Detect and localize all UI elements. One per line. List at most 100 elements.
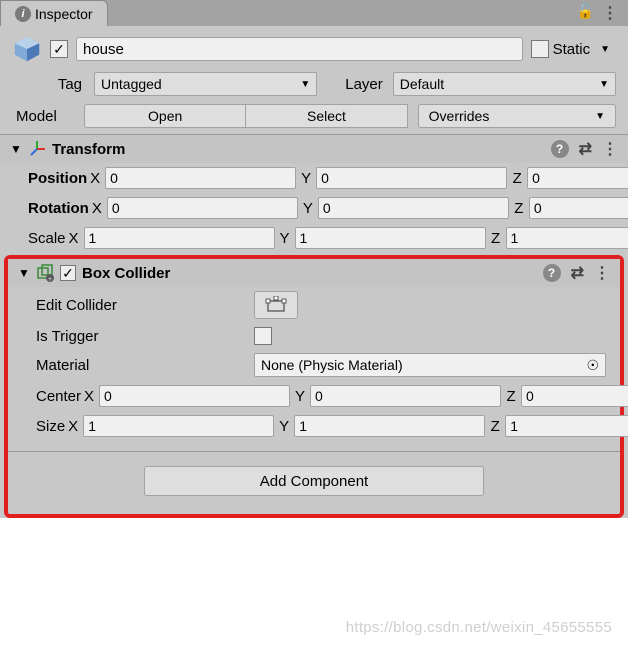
material-row: Material None (Physic Material) ☉ — [8, 349, 620, 381]
component-menu-icon[interactable]: ⋮ — [602, 139, 618, 159]
checkmark-icon: ✓ — [53, 41, 65, 58]
component-menu-icon[interactable]: ⋮ — [594, 263, 610, 283]
layer-dropdown[interactable]: Default ▼ — [393, 72, 616, 96]
boxcollider-size-row: Size X Y Z — [8, 411, 620, 441]
preset-icon[interactable]: ⇄ — [571, 263, 584, 283]
boxcollider-title: Box Collider — [82, 265, 543, 282]
size-label: Size — [36, 418, 65, 435]
boxcollider-center-row: Center X Y Z — [8, 381, 620, 411]
info-icon: i — [15, 6, 31, 22]
center-y-input[interactable] — [310, 385, 501, 407]
axis-y-label: Y — [277, 230, 293, 247]
scale-y-input[interactable] — [295, 227, 486, 249]
size-x-input[interactable] — [83, 415, 274, 437]
position-x-input[interactable] — [105, 167, 296, 189]
boxcollider-enabled-checkbox[interactable]: ✓ — [60, 265, 76, 281]
tab-title: Inspector — [35, 6, 93, 22]
model-label: Model — [12, 108, 84, 125]
transform-rotation-row: Rotation X Y Z — [0, 193, 628, 223]
scale-label: Scale — [28, 230, 66, 247]
tab-bar: i Inspector 🔓 ⋮ — [0, 0, 628, 26]
preset-icon[interactable]: ⇄ — [579, 139, 592, 159]
material-field[interactable]: None (Physic Material) ☉ — [254, 353, 606, 377]
chevron-down-icon: ▼ — [599, 79, 609, 90]
foldout-arrow-icon[interactable]: ▼ — [18, 266, 30, 280]
size-y-input[interactable] — [294, 415, 485, 437]
gameobject-enabled-checkbox[interactable]: ✓ — [50, 40, 68, 58]
transform-component-header[interactable]: ▼ Transform ? ⇄ ⋮ — [0, 134, 628, 163]
position-y-input[interactable] — [316, 167, 507, 189]
tag-dropdown[interactable]: Untagged ▼ — [94, 72, 317, 96]
model-overrides-dropdown[interactable]: Overrides ▼ — [418, 104, 616, 128]
material-label: Material — [36, 357, 254, 374]
axis-y-label: Y — [292, 388, 308, 405]
tag-layer-row: Tag Untagged ▼ Layer Default ▼ — [0, 70, 628, 102]
model-select-button[interactable]: Select — [246, 104, 407, 128]
object-picker-icon[interactable]: ☉ — [586, 357, 599, 374]
axis-y-label: Y — [298, 170, 314, 187]
axis-z-label: Z — [511, 200, 527, 217]
tag-value: Untagged — [101, 76, 162, 92]
center-label: Center — [36, 388, 81, 405]
tag-label: Tag — [12, 76, 90, 93]
scale-x-input[interactable] — [84, 227, 275, 249]
help-icon[interactable]: ? — [551, 140, 569, 158]
rotation-y-input[interactable] — [318, 197, 509, 219]
lock-icon[interactable]: 🔓 — [577, 3, 594, 23]
axis-x-label: X — [89, 200, 105, 217]
rotation-x-input[interactable] — [107, 197, 298, 219]
model-row: Model Open Select Overrides ▼ — [0, 102, 628, 134]
inspector-tab[interactable]: i Inspector — [0, 0, 108, 26]
layer-label: Layer — [321, 76, 389, 93]
size-z-input[interactable] — [505, 415, 628, 437]
axis-z-label: Z — [503, 388, 519, 405]
is-trigger-row: Is Trigger — [8, 323, 620, 349]
transform-icon — [28, 140, 46, 158]
edit-collider-button[interactable] — [254, 291, 298, 319]
axis-x-label: X — [65, 418, 81, 435]
svg-text:+: + — [48, 277, 52, 282]
axis-x-label: X — [87, 170, 103, 187]
material-value: None (Physic Material) — [261, 357, 403, 373]
scale-z-input[interactable] — [506, 227, 628, 249]
overrides-label: Overrides — [429, 108, 490, 124]
axis-y-label: Y — [276, 418, 292, 435]
prefab-cube-icon — [12, 34, 42, 64]
add-component-button[interactable]: Add Component — [144, 466, 484, 496]
axis-x-label: X — [66, 230, 82, 247]
highlight-box: ▼ + ✓ Box Collider ? ⇄ ⋮ Edit Collider — [4, 255, 624, 518]
model-open-button[interactable]: Open — [84, 104, 246, 128]
rotation-label: Rotation — [28, 200, 89, 217]
help-icon[interactable]: ? — [543, 264, 561, 282]
edit-collider-label: Edit Collider — [36, 297, 254, 314]
is-trigger-label: Is Trigger — [36, 328, 254, 345]
gameobject-header: ✓ Static ▼ — [0, 26, 628, 70]
edit-collider-row: Edit Collider — [8, 287, 620, 323]
center-x-input[interactable] — [99, 385, 290, 407]
checkmark-icon: ✓ — [62, 265, 74, 282]
transform-scale-row: Scale X Y Z — [0, 223, 628, 253]
is-trigger-checkbox[interactable] — [254, 327, 272, 345]
axis-y-label: Y — [300, 200, 316, 217]
panel-menu-icon[interactable]: ⋮ — [602, 3, 618, 23]
position-label: Position — [28, 170, 87, 187]
center-z-input[interactable] — [521, 385, 628, 407]
static-dropdown-arrow-icon[interactable]: ▼ — [594, 44, 616, 55]
axis-z-label: Z — [487, 418, 503, 435]
chevron-down-icon: ▼ — [595, 111, 605, 122]
axis-x-label: X — [81, 388, 97, 405]
edit-collider-icon — [265, 296, 287, 314]
boxcollider-icon: + — [36, 264, 54, 282]
transform-position-row: Position X Y Z — [0, 163, 628, 193]
position-z-input[interactable] — [527, 167, 628, 189]
axis-z-label: Z — [488, 230, 504, 247]
axis-z-label: Z — [509, 170, 525, 187]
foldout-arrow-icon[interactable]: ▼ — [10, 142, 22, 156]
layer-value: Default — [400, 76, 444, 92]
rotation-z-input[interactable] — [529, 197, 628, 219]
gameobject-name-input[interactable] — [76, 37, 523, 61]
boxcollider-component-header[interactable]: ▼ + ✓ Box Collider ? ⇄ ⋮ — [8, 259, 620, 287]
static-label: Static — [553, 41, 591, 58]
static-checkbox[interactable] — [531, 40, 549, 58]
chevron-down-icon: ▼ — [300, 79, 310, 90]
